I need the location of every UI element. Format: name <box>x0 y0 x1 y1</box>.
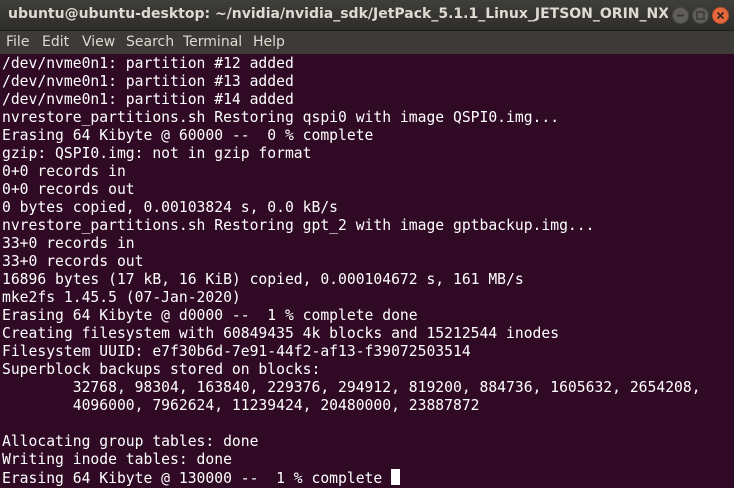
maximize-button[interactable] <box>692 7 709 24</box>
terminal-line: 0 bytes copied, 0.00103824 s, 0.0 kB/s <box>2 199 339 216</box>
terminal-line: 33+0 records in <box>2 235 135 252</box>
window-title: ubuntu@ubuntu-desktop: ~/nvidia/nvidia_s… <box>8 6 668 22</box>
terminal-line: /dev/nvme0n1: partition #14 added <box>2 91 294 108</box>
terminal-line: Creating filesystem with 60849435 4k blo… <box>2 325 560 342</box>
text-cursor <box>391 469 401 485</box>
minimize-button[interactable] <box>672 7 689 24</box>
terminal-line: nvrestore_partitions.sh Restoring qspi0 … <box>2 109 560 126</box>
terminal-line: nvrestore_partitions.sh Restoring gpt_2 … <box>2 217 595 234</box>
terminal-line: mke2fs 1.45.5 (07-Jan-2020) <box>2 289 241 306</box>
close-button[interactable] <box>712 7 729 24</box>
menu-search[interactable]: Search <box>126 34 174 50</box>
menu-bar: File Edit View Search Terminal Help <box>0 31 734 54</box>
terminal-line: Superblock backups stored on blocks: <box>2 361 321 378</box>
menu-edit[interactable]: Edit <box>42 34 69 50</box>
menu-terminal[interactable]: Terminal <box>183 34 242 50</box>
minimize-icon <box>677 14 684 17</box>
terminal-line: gzip: QSPI0.img: not in gzip format <box>2 145 312 162</box>
terminal-line: 16896 bytes (17 kB, 16 KiB) copied, 0.00… <box>2 271 524 288</box>
terminal-line: Writing inode tables: done <box>2 451 232 468</box>
title-bar[interactable]: ubuntu@ubuntu-desktop: ~/nvidia/nvidia_s… <box>0 0 734 31</box>
terminal-line: 4096000, 7962624, 11239424, 20480000, 23… <box>2 397 480 414</box>
terminal-line: Allocating group tables: done <box>2 433 259 450</box>
menu-view[interactable]: View <box>82 34 115 50</box>
terminal-line: Filesystem UUID: e7f30b6d-7e91-44f2-af13… <box>2 343 471 360</box>
terminal-window: ubuntu@ubuntu-desktop: ~/nvidia/nvidia_s… <box>0 0 734 488</box>
menu-file[interactable]: File <box>6 34 29 50</box>
maximize-icon <box>696 11 705 20</box>
terminal-line: Erasing 64 Kibyte @ 60000 -- 0 % complet… <box>2 127 374 144</box>
terminal-line: Erasing 64 Kibyte @ d0000 -- 1 % complet… <box>2 307 418 324</box>
terminal-line: /dev/nvme0n1: partition #13 added <box>2 73 294 90</box>
terminal-line: 32768, 98304, 163840, 229376, 294912, 81… <box>2 379 701 396</box>
terminal-line: 33+0 records out <box>2 253 144 270</box>
close-icon <box>716 11 725 20</box>
scrollbar[interactable] <box>726 55 734 488</box>
terminal-line-text: Erasing 64 Kibyte @ 130000 -- 1 % comple… <box>2 470 392 487</box>
terminal-prompt-line: Erasing 64 Kibyte @ 130000 -- 1 % comple… <box>2 469 724 487</box>
menu-help[interactable]: Help <box>253 34 285 50</box>
terminal-line: 0+0 records in <box>2 163 126 180</box>
terminal-line: 0+0 records out <box>2 181 135 198</box>
terminal-output[interactable]: /dev/nvme0n1: partition #12 added /dev/n… <box>2 55 724 488</box>
terminal-line: /dev/nvme0n1: partition #12 added <box>2 55 294 72</box>
